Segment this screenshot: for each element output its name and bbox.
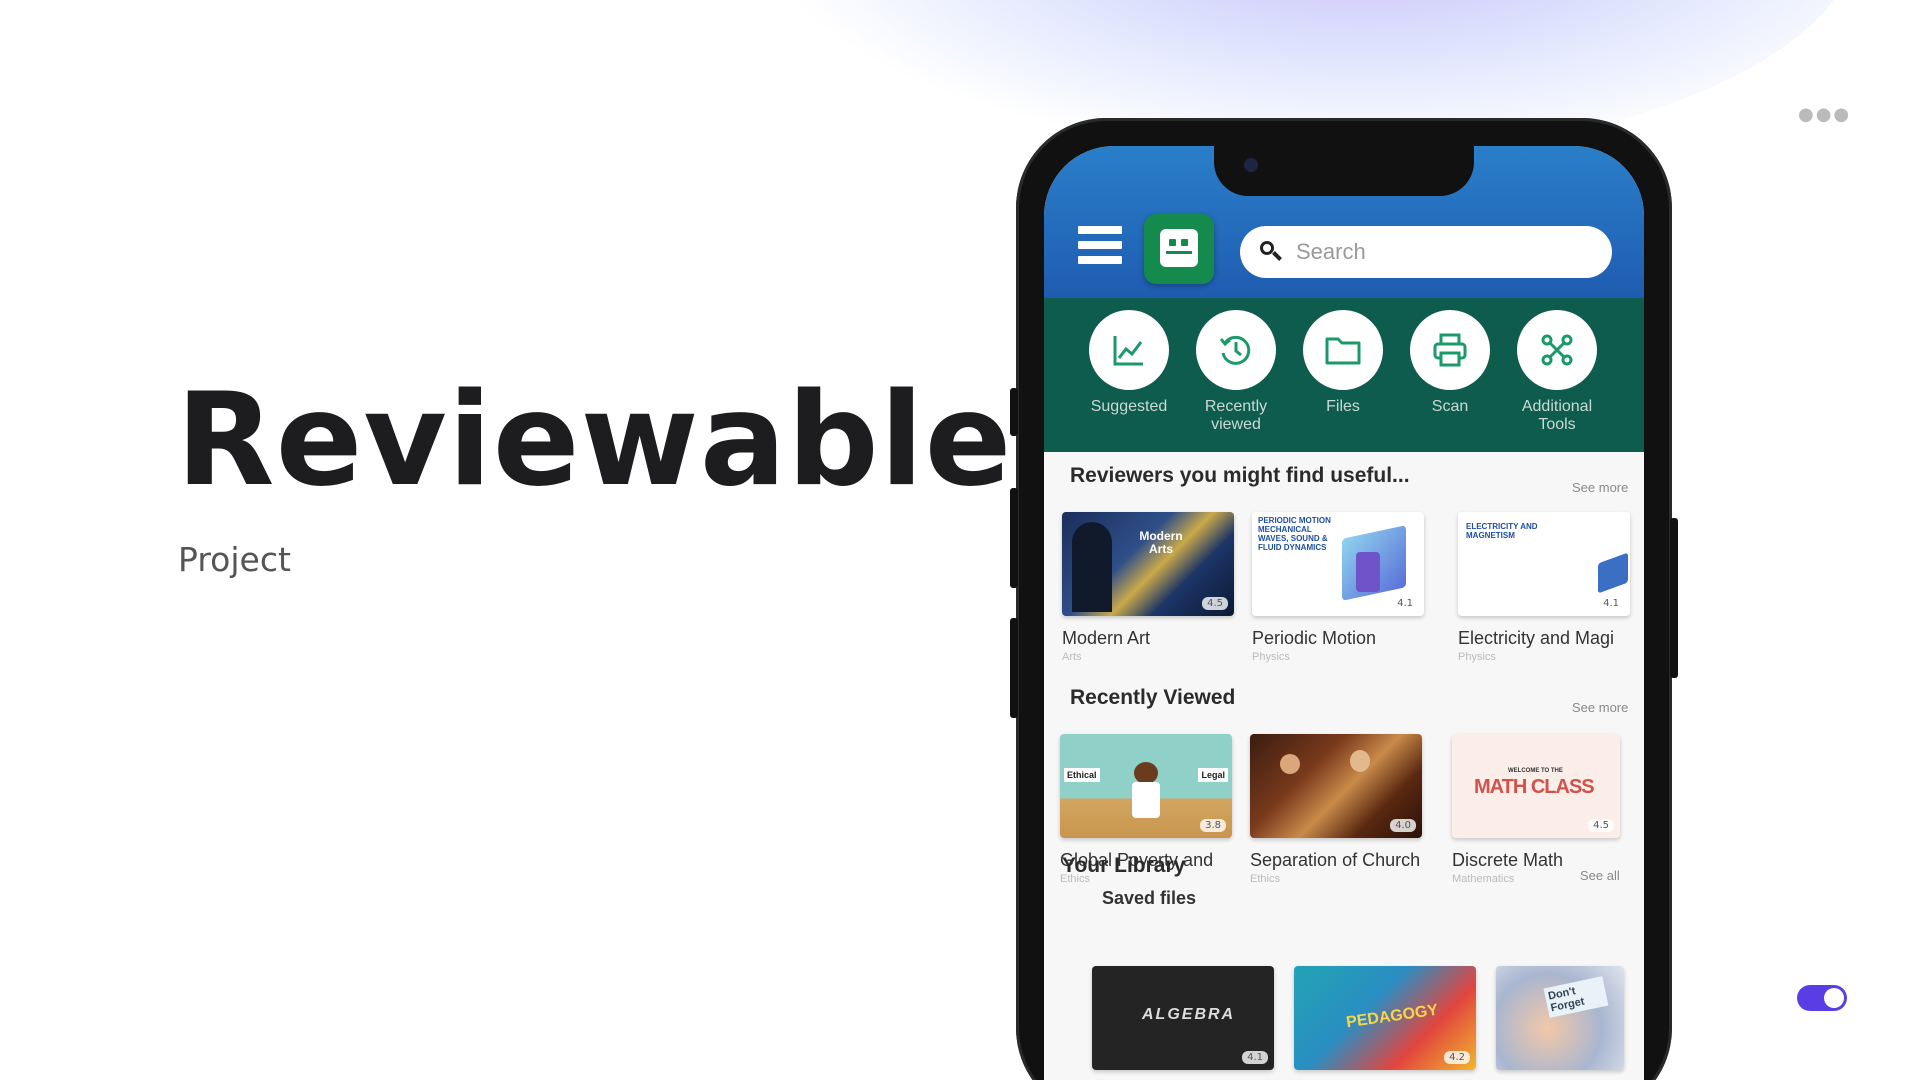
folder-icon	[1325, 337, 1361, 365]
saved-files-title: Saved files	[1102, 888, 1197, 908]
card-category: Arts	[1062, 651, 1082, 663]
section-title-reviewers: Reviewers you might find useful...	[1070, 464, 1410, 487]
card-thumbnail: Modern Arts 4.5	[1062, 512, 1234, 616]
toggle-knob	[1824, 988, 1844, 1008]
slide: Reviewables Project ●●● Search Suggested…	[0, 0, 1920, 1080]
section-title-library: Your Library	[1062, 854, 1186, 877]
phone-screen: Search Suggested Recently viewed Files S…	[1044, 146, 1644, 1080]
phone-side-button	[1010, 388, 1018, 436]
saved-file-card[interactable]: ALGEBRA 4.1	[1092, 966, 1274, 1070]
rating-badge: 4.2	[1444, 1051, 1470, 1064]
thumbnail-text: ALGEBRA	[1142, 1006, 1236, 1023]
rating-badge: 4.1	[1242, 1051, 1268, 1064]
search-placeholder: Search	[1296, 239, 1366, 264]
quick-tools-bar: Suggested Recently viewed Files Scan Add…	[1044, 298, 1644, 452]
thumbnail-text: PEDAGOGY	[1345, 1001, 1440, 1032]
see-more-recent-link[interactable]: See more	[1572, 700, 1628, 715]
tool-additional-tools[interactable]: Additional Tools	[1502, 310, 1612, 434]
tool-suggested[interactable]: Suggested	[1074, 310, 1184, 416]
phone-power-button	[1670, 518, 1678, 678]
see-more-reviewers-link[interactable]: See more	[1572, 480, 1628, 495]
phone-volume-up	[1010, 488, 1018, 588]
card-thumbnail: WELCOME TO THE MATH CLASS 4.5	[1452, 734, 1620, 838]
tool-label: Files	[1326, 398, 1360, 415]
rating-badge: 3.8	[1200, 819, 1226, 832]
project-title: Reviewables	[176, 366, 1090, 515]
phone-notch	[1214, 146, 1474, 196]
thumbnail-text: Modern Arts	[1139, 529, 1183, 556]
phone-mockup: Search Suggested Recently viewed Files S…	[1010, 118, 1678, 1080]
more-options-icon[interactable]: ●●●	[1798, 104, 1851, 125]
card-category: Physics	[1458, 651, 1496, 663]
tool-scan[interactable]: Scan	[1395, 310, 1505, 416]
rating-badge: 4.5	[1588, 819, 1614, 832]
printer-icon	[1433, 333, 1467, 367]
reviewer-card[interactable]: PERIODIC MOTION MECHANICAL WAVES, SOUND …	[1252, 512, 1424, 663]
card-title: Electricity and Magi	[1458, 628, 1615, 648]
rating-badge: 4.5	[1202, 597, 1228, 610]
tool-label: Scan	[1431, 398, 1469, 415]
section-title-recent: Recently Viewed	[1070, 686, 1236, 709]
thumbnail-label-left: Ethical	[1064, 768, 1100, 782]
see-all-library-link[interactable]: See all	[1580, 868, 1620, 883]
saved-file-card[interactable]: PEDAGOGY 4.2	[1294, 966, 1476, 1070]
card-thumbnail: ELECTRICITY AND MAGNETISM 4.1	[1458, 512, 1630, 616]
tool-label: Suggested	[1090, 398, 1168, 415]
camera-icon	[1244, 158, 1258, 172]
reviewer-card[interactable]: Modern Arts 4.5 Modern Art Arts	[1062, 512, 1234, 663]
reviewer-card[interactable]: ELECTRICITY AND MAGNETISM 4.1 Electricit…	[1458, 512, 1630, 663]
recent-card[interactable]: 4.0 Separation of Church Ethics	[1250, 734, 1422, 885]
card-category: Physics	[1252, 651, 1290, 663]
tool-label: Additional Tools	[1521, 398, 1593, 433]
tool-files[interactable]: Files	[1288, 310, 1398, 416]
project-subtitle: Project	[178, 540, 291, 579]
card-category: Ethics	[1250, 873, 1280, 885]
card-title: Periodic Motion	[1252, 628, 1377, 648]
thumbnail-text: PERIODIC MOTION MECHANICAL WAVES, SOUND …	[1258, 516, 1331, 552]
tool-recently-viewed[interactable]: Recently viewed	[1181, 310, 1291, 434]
chart-icon	[1113, 336, 1143, 366]
app-logo[interactable]	[1144, 214, 1214, 284]
tools-icon	[1541, 334, 1573, 366]
saved-file-card[interactable]: Don't Forget	[1496, 966, 1624, 1070]
search-input[interactable]: Search	[1240, 226, 1612, 278]
hamburger-menu-icon[interactable]	[1078, 226, 1122, 268]
rating-badge: 4.0	[1390, 819, 1416, 832]
card-title: Modern Art	[1062, 628, 1151, 648]
thumbnail-text: Don't Forget	[1543, 976, 1609, 1018]
toggle-switch[interactable]	[1797, 985, 1847, 1011]
thumbnail-text: ELECTRICITY AND MAGNETISM	[1466, 522, 1538, 540]
card-thumbnail: Ethical Legal 3.8	[1060, 734, 1232, 838]
thumbnail-small-text: WELCOME TO THE	[1508, 768, 1563, 774]
rating-badge: 4.1	[1598, 597, 1624, 610]
card-title: Separation of Church	[1250, 850, 1421, 870]
card-thumbnail: 4.0	[1250, 734, 1422, 838]
recent-card[interactable]: WELCOME TO THE MATH CLASS 4.5 Discrete M…	[1452, 734, 1620, 885]
thumbnail-label-right: Legal	[1198, 768, 1228, 782]
history-icon	[1219, 335, 1251, 365]
card-thumbnail: PERIODIC MOTION MECHANICAL WAVES, SOUND …	[1252, 512, 1424, 616]
thumbnail-text: MATH CLASS	[1474, 776, 1595, 798]
phone-volume-down	[1010, 618, 1018, 718]
rating-badge: 4.1	[1392, 597, 1418, 610]
tool-label: Recently viewed	[1204, 398, 1268, 433]
search-icon	[1258, 239, 1284, 265]
